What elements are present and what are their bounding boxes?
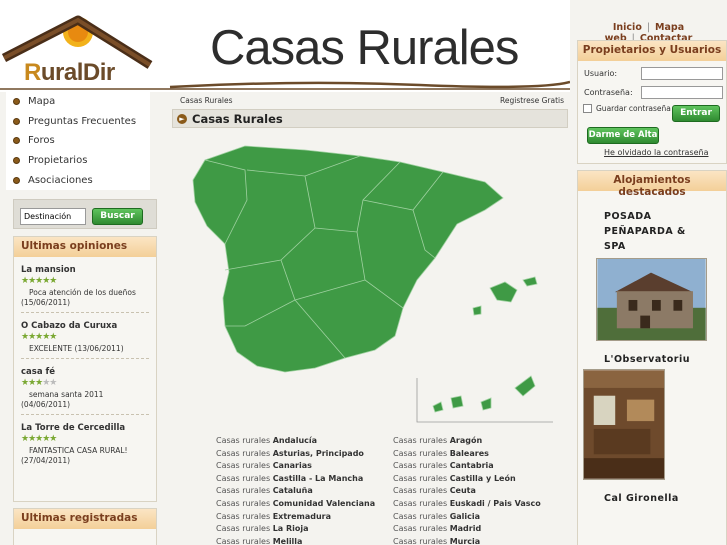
opinion-item: La mansion ★★★★★ Poca atención de los du… <box>14 265 156 308</box>
featured-title: Alojamientos destacados <box>578 171 726 198</box>
map-canarias-4 <box>514 375 536 397</box>
site-header: RuralDir Casas Rurales <box>0 0 570 92</box>
region-link[interactable]: Casas rurales Aragón <box>393 436 570 449</box>
opinion-item: La Torre de Cercedilla ★★★★★ FANTASTICA … <box>14 423 156 466</box>
signup-button[interactable]: Darme de Alta <box>587 127 659 144</box>
bullet-icon <box>13 98 20 106</box>
search-box: Buscar <box>13 199 157 229</box>
username-row: Usuario: <box>584 67 726 80</box>
region-row: Casas rurales Extremadura Casas rurales G… <box>216 512 576 525</box>
region-link[interactable]: Casas rurales Cantabria <box>393 461 570 474</box>
opinion-name[interactable]: O Cabazo da Curuxa <box>21 321 149 331</box>
latest-opinions: Ultimas opiniones La mansion ★★★★★ Poca … <box>13 236 157 502</box>
nav-item-asociaciones[interactable]: Asociaciones <box>6 170 150 190</box>
divider <box>21 312 149 313</box>
breadcrumb[interactable]: Casas Rurales <box>180 96 233 105</box>
region-link[interactable]: Casas rurales Andalucía <box>216 436 393 449</box>
featured-listings: Alojamientos destacados POSADA PEÑAPARDA… <box>577 170 727 545</box>
region-link[interactable]: Casas rurales Galicia <box>393 512 570 525</box>
region-link[interactable]: Casas rurales Comunidad Valenciana <box>216 499 393 512</box>
left-nav: Mapa Preguntas Frecuentes Foros Propieta… <box>6 92 150 190</box>
nav-item-foros[interactable]: Foros <box>6 131 150 151</box>
map-canarias-1 <box>432 401 444 413</box>
featured-photo[interactable] <box>596 258 707 341</box>
region-link[interactable]: Casas rurales Melilla <box>216 537 393 545</box>
featured-name[interactable]: Cal Gironella <box>578 491 726 506</box>
region-row: Casas rurales Comunidad Valenciana Casas … <box>216 499 576 512</box>
nav-item-propietarios[interactable]: Propietarios <box>6 151 150 171</box>
region-row: Casas rurales Castilla - La Mancha Casas … <box>216 474 576 487</box>
login-box: Propietarios y Usuarios Usuario: Contras… <box>577 40 727 164</box>
main-heading: ► Casas Rurales <box>172 109 568 128</box>
password-row: Contraseña: <box>584 86 726 99</box>
region-link[interactable]: Casas rurales Castilla y León <box>393 474 570 487</box>
featured-name[interactable]: L'Observatoriu <box>578 352 726 367</box>
latest-registered: Ultimas registradas <box>13 508 157 545</box>
region-link[interactable]: Casas rurales Euskadi / Pais Vasco <box>393 499 570 512</box>
login-button[interactable]: Entrar <box>672 105 720 122</box>
opinion-name[interactable]: La mansion <box>21 265 149 275</box>
map-canarias-2 <box>450 395 464 409</box>
region-link[interactable]: Casas rurales Murcia <box>393 537 570 545</box>
remember-checkbox[interactable] <box>583 104 592 113</box>
map-baleares-menorca <box>522 276 538 287</box>
region-link[interactable]: Casas rurales Cataluña <box>216 486 393 499</box>
search-button[interactable]: Buscar <box>92 208 143 225</box>
region-link[interactable]: Casas rurales Ceuta <box>393 486 570 499</box>
region-row: Casas rurales Melilla Casas rurales Murci… <box>216 537 576 545</box>
nav-item-preguntas[interactable]: Preguntas Frecuentes <box>6 112 150 132</box>
region-link[interactable]: Casas rurales Castilla - La Mancha <box>216 474 393 487</box>
register-free-link[interactable]: Registrese Gratis <box>500 96 564 105</box>
region-row: Casas rurales La Rioja Casas rurales Madr… <box>216 524 576 537</box>
map-baleares-ibiza <box>472 305 482 316</box>
map-baleares-mallorca <box>489 281 518 303</box>
bullet-icon <box>13 157 20 165</box>
region-link[interactable]: Casas rurales Extremadura <box>216 512 393 525</box>
opinion-item: O Cabazo da Curuxa ★★★★★ EXCELENTE (13/0… <box>14 321 156 354</box>
spain-map[interactable] <box>185 140 555 430</box>
bullet-icon <box>13 137 20 145</box>
arrow-right-icon: ► <box>177 113 187 124</box>
region-row: Casas rurales Canarias Casas rurales Cant… <box>216 461 576 474</box>
rating-stars-icon: ★★★★★ <box>21 434 57 444</box>
opinion-name[interactable]: La Torre de Cercedilla <box>21 423 149 433</box>
opinions-title: Ultimas opiniones <box>14 237 156 257</box>
featured-name[interactable]: POSADA PEÑAPARDA & SPA <box>578 209 708 254</box>
featured-photo[interactable] <box>583 369 665 480</box>
destination-input[interactable] <box>20 208 86 225</box>
rating-stars-icon: ★★★★★ <box>21 378 57 388</box>
link-inicio[interactable]: Inicio <box>613 22 642 33</box>
registered-title: Ultimas registradas <box>14 509 156 529</box>
region-row: Casas rurales Cataluña Casas rurales Ceut… <box>216 486 576 499</box>
page-title: Casas Rurales <box>192 111 283 126</box>
opinion-item: casa fé ★★★★★ semana santa 2011 (04/06/20… <box>14 367 156 410</box>
region-link[interactable]: Casas rurales Madrid <box>393 524 570 537</box>
nav-item-mapa[interactable]: Mapa <box>6 92 150 112</box>
login-title: Propietarios y Usuarios <box>578 41 726 61</box>
bullet-icon <box>13 117 20 125</box>
rating-stars-icon: ★★★★★ <box>21 332 57 342</box>
map-canarias-3 <box>480 397 492 411</box>
rating-stars-icon: ★★★★★ <box>21 276 57 286</box>
regions-list: Casas rurales Andalucía Casas rurales Ara… <box>216 436 576 545</box>
map-mainland <box>192 145 504 373</box>
password-field[interactable] <box>641 86 723 99</box>
divider <box>21 358 149 359</box>
region-link[interactable]: Casas rurales La Rioja <box>216 524 393 537</box>
bullet-icon <box>13 176 20 184</box>
hill-divider <box>0 80 570 90</box>
region-link[interactable]: Casas rurales Baleares <box>393 449 570 462</box>
region-link[interactable]: Casas rurales Canarias <box>216 461 393 474</box>
banner-title: Casas Rurales <box>210 21 519 75</box>
username-field[interactable] <box>641 67 723 80</box>
opinion-name[interactable]: casa fé <box>21 367 149 377</box>
region-row: Casas rurales Asturias, Principado Casas … <box>216 449 576 462</box>
divider <box>21 414 149 415</box>
region-link[interactable]: Casas rurales Asturias, Principado <box>216 449 393 462</box>
region-row: Casas rurales Andalucía Casas rurales Ara… <box>216 436 576 449</box>
forgot-password-link[interactable]: He olvidado la contraseña <box>604 148 708 157</box>
